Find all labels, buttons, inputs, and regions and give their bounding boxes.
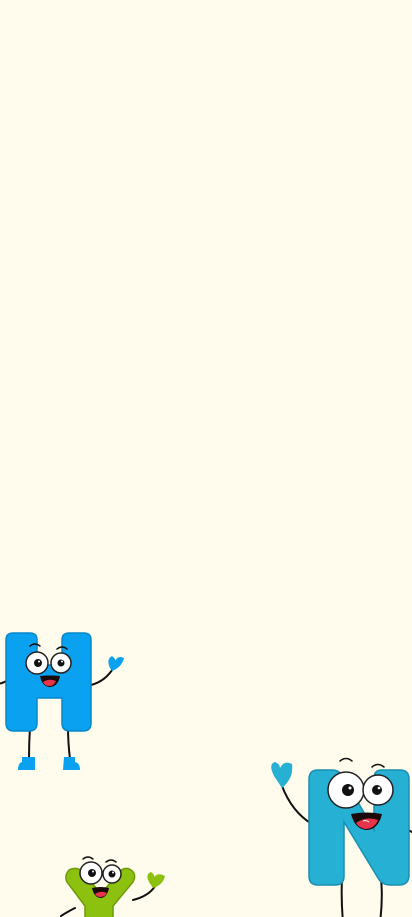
n-left-arm: [281, 785, 313, 825]
y-left-pupil: [88, 869, 96, 877]
letter-n-mascot: [271, 757, 412, 917]
n-left-pupil: [342, 784, 354, 796]
letter-h-mascot: [0, 632, 124, 770]
y-left-brow: [82, 856, 94, 860]
letter-y-mascot: [60, 856, 165, 917]
n-left-leg: [340, 877, 344, 917]
splash-background: [0, 0, 412, 917]
h-right-pupil: [57, 659, 65, 667]
y-right-hand: [147, 872, 165, 888]
n-right-brow: [371, 763, 385, 768]
h-right-hand: [108, 656, 124, 671]
h-left-foot: [18, 757, 35, 770]
n-left-brow: [339, 757, 353, 762]
h-left-leg: [28, 726, 31, 760]
h-right-arm: [90, 666, 115, 686]
h-left-pupil: [34, 659, 42, 667]
y-left-arm: [60, 907, 76, 917]
n-right-leg: [379, 877, 383, 917]
n-left-hand: [271, 762, 293, 788]
h-right-foot: [63, 757, 80, 770]
y-right-brow: [105, 859, 117, 863]
y-right-pupil: [108, 870, 116, 878]
h-right-leg: [67, 726, 71, 760]
n-right-pupil: [372, 785, 382, 795]
y-right-arm: [132, 885, 156, 901]
